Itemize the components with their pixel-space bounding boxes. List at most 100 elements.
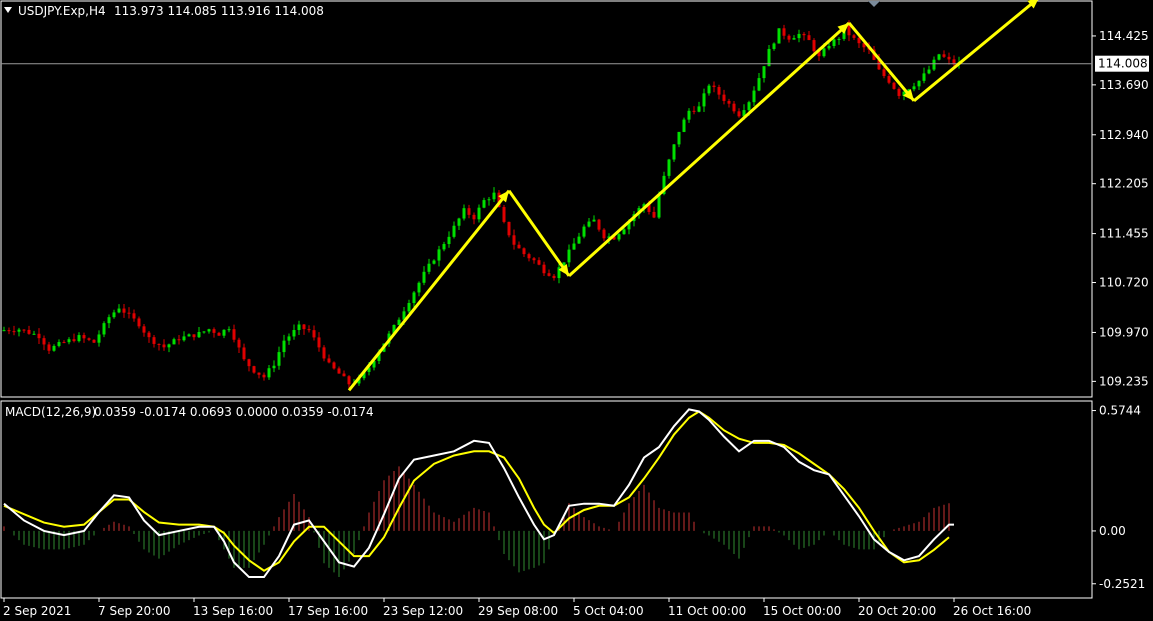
candle-body	[502, 207, 506, 222]
candle-body	[487, 199, 491, 201]
candle-body	[787, 35, 791, 40]
candle-body	[512, 235, 516, 245]
candle-body	[517, 244, 521, 249]
candle-body	[117, 308, 121, 313]
candle-body	[22, 329, 26, 331]
candle-body	[447, 236, 451, 245]
candle-body	[697, 106, 701, 112]
price-tick-label: 111.455	[1099, 227, 1149, 241]
candle-body	[282, 340, 286, 353]
candle-body	[547, 273, 551, 276]
candle-body	[947, 56, 951, 60]
candle-body	[347, 376, 351, 385]
trend-arrow-shaft	[847, 22, 916, 102]
trend-arrow-shaft	[567, 21, 851, 277]
candle-body	[67, 339, 71, 343]
candle-body	[187, 334, 191, 337]
candle-body	[752, 90, 756, 103]
candle-body	[262, 374, 266, 378]
candle-body	[172, 339, 176, 345]
candle-body	[167, 344, 171, 348]
time-tick-label: 7 Sep 20:00	[98, 604, 170, 618]
candle-body	[272, 365, 276, 369]
candle-body	[307, 329, 311, 331]
time-tick-label: 5 Oct 04:00	[573, 604, 644, 618]
candle-body	[682, 119, 686, 132]
candle-body	[882, 69, 886, 77]
candle-body	[552, 275, 556, 279]
candle-body	[412, 292, 416, 304]
candle-body	[77, 335, 81, 342]
candle-body	[442, 244, 446, 250]
candlestick-series	[2, 20, 961, 389]
candle-body	[597, 219, 601, 230]
macd-tick-label: 0.00	[1099, 524, 1126, 538]
candle-body	[892, 82, 896, 89]
candle-body	[702, 93, 706, 107]
candle-body	[617, 234, 621, 240]
candle-body	[87, 338, 91, 340]
candle-body	[507, 221, 511, 236]
candle-body	[52, 345, 56, 351]
candle-body	[672, 144, 676, 160]
time-tick-label: 15 Oct 00:00	[763, 604, 841, 618]
candle-body	[292, 330, 296, 337]
candle-body	[932, 59, 936, 70]
candle-body	[142, 326, 146, 333]
scroll-marker-icon[interactable]	[868, 1, 880, 7]
candle-body	[407, 303, 411, 312]
ohlc-values: 113.973 114.085 113.916 114.008	[114, 4, 324, 18]
candle-body	[222, 329, 226, 336]
candle-body	[587, 221, 591, 227]
candle-body	[107, 317, 111, 324]
candle-body	[137, 318, 141, 327]
candle-body	[247, 359, 251, 367]
trend-arrows	[347, 0, 1039, 392]
candle-body	[582, 226, 586, 237]
candle-body	[777, 28, 781, 44]
candle-body	[602, 229, 606, 239]
candle-body	[937, 54, 941, 60]
candle-body	[852, 35, 856, 38]
candle-body	[727, 100, 731, 104]
candle-body	[667, 159, 671, 176]
candle-body	[2, 330, 6, 332]
candle-body	[527, 254, 531, 259]
candle-body	[57, 342, 61, 346]
candle-body	[832, 39, 836, 46]
time-tick-label: 26 Oct 16:00	[953, 604, 1031, 618]
candle-body	[857, 37, 861, 44]
candle-body	[707, 85, 711, 94]
candle-body	[62, 342, 66, 344]
candle-body	[207, 329, 211, 332]
price-tick-label: 109.970	[1099, 325, 1149, 339]
time-tick-label: 20 Oct 20:00	[858, 604, 936, 618]
candle-body	[327, 358, 331, 363]
candle-body	[12, 331, 16, 333]
dropdown-arrow-icon[interactable]	[4, 7, 12, 13]
candle-body	[72, 339, 76, 342]
price-tick-label: 113.690	[1099, 78, 1149, 92]
candle-body	[237, 339, 241, 348]
trend-arrow-shaft	[913, 0, 1039, 102]
candle-body	[122, 308, 126, 313]
candle-body	[492, 192, 496, 200]
candle-body	[732, 103, 736, 112]
candle-body	[537, 260, 541, 265]
candle-body	[342, 373, 346, 377]
candle-body	[837, 38, 841, 40]
price-tick-label: 110.720	[1099, 276, 1149, 290]
candle-body	[542, 264, 546, 274]
candle-body	[737, 111, 741, 117]
candle-body	[847, 25, 851, 36]
candle-body	[472, 214, 476, 220]
candle-body	[772, 43, 776, 49]
candle-body	[322, 347, 326, 359]
candle-body	[132, 313, 136, 319]
candle-body	[677, 131, 681, 145]
candle-body	[462, 208, 466, 219]
macd-signal-line	[3, 410, 950, 572]
trading-chart[interactable]: 114.425 113.690 112.940 112.205 111.455 110.7…	[0, 0, 1153, 621]
time-axis: 2 Sep 2021 7 Sep 20:00 13 Sep 16:00 17 Sep …	[3, 598, 1031, 618]
time-tick-label: 11 Oct 00:00	[668, 604, 746, 618]
